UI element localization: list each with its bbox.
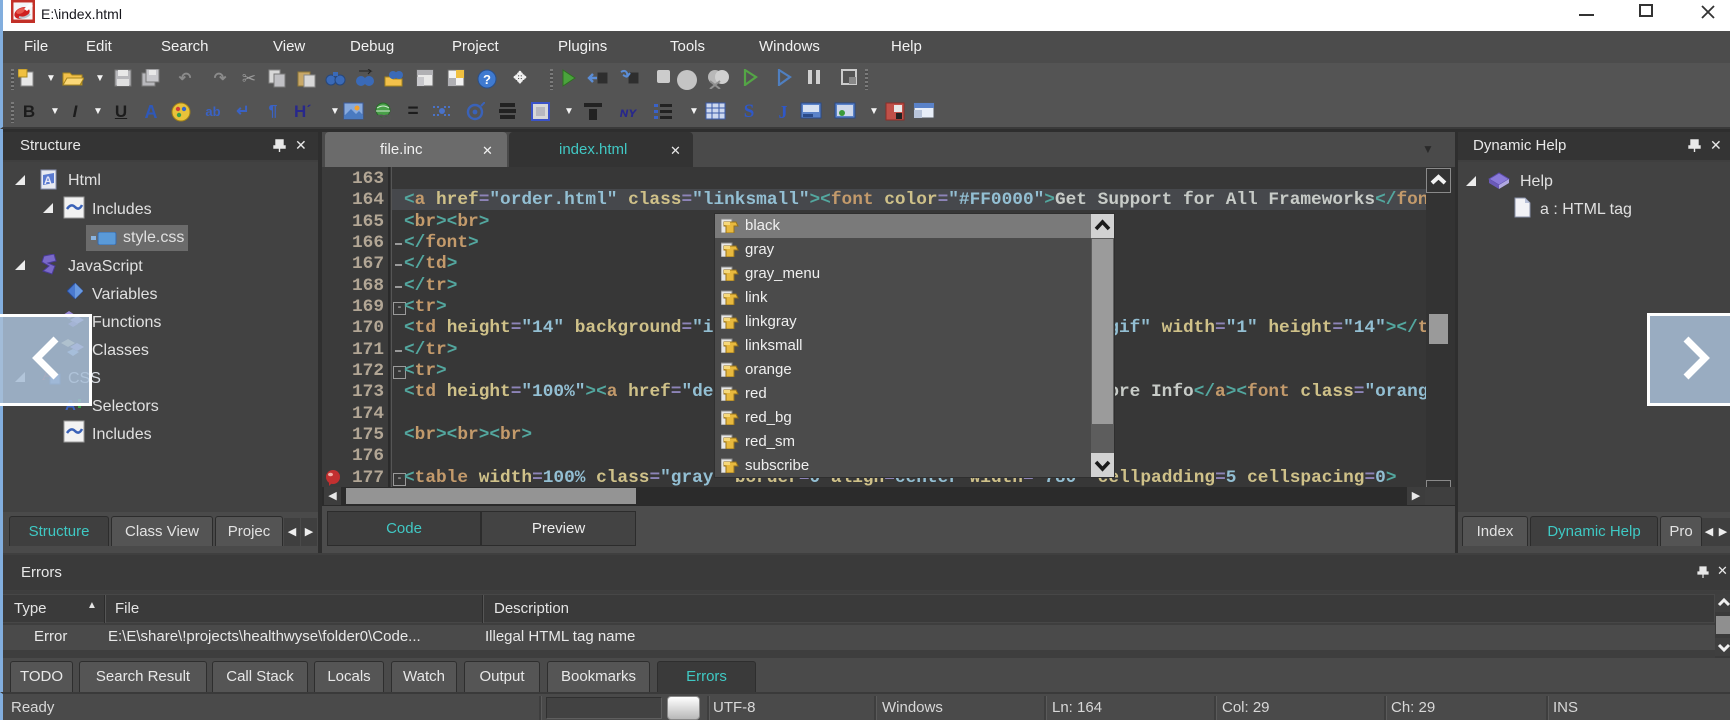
svg-text:A: A xyxy=(44,175,52,187)
svg-text:?: ? xyxy=(483,72,491,87)
